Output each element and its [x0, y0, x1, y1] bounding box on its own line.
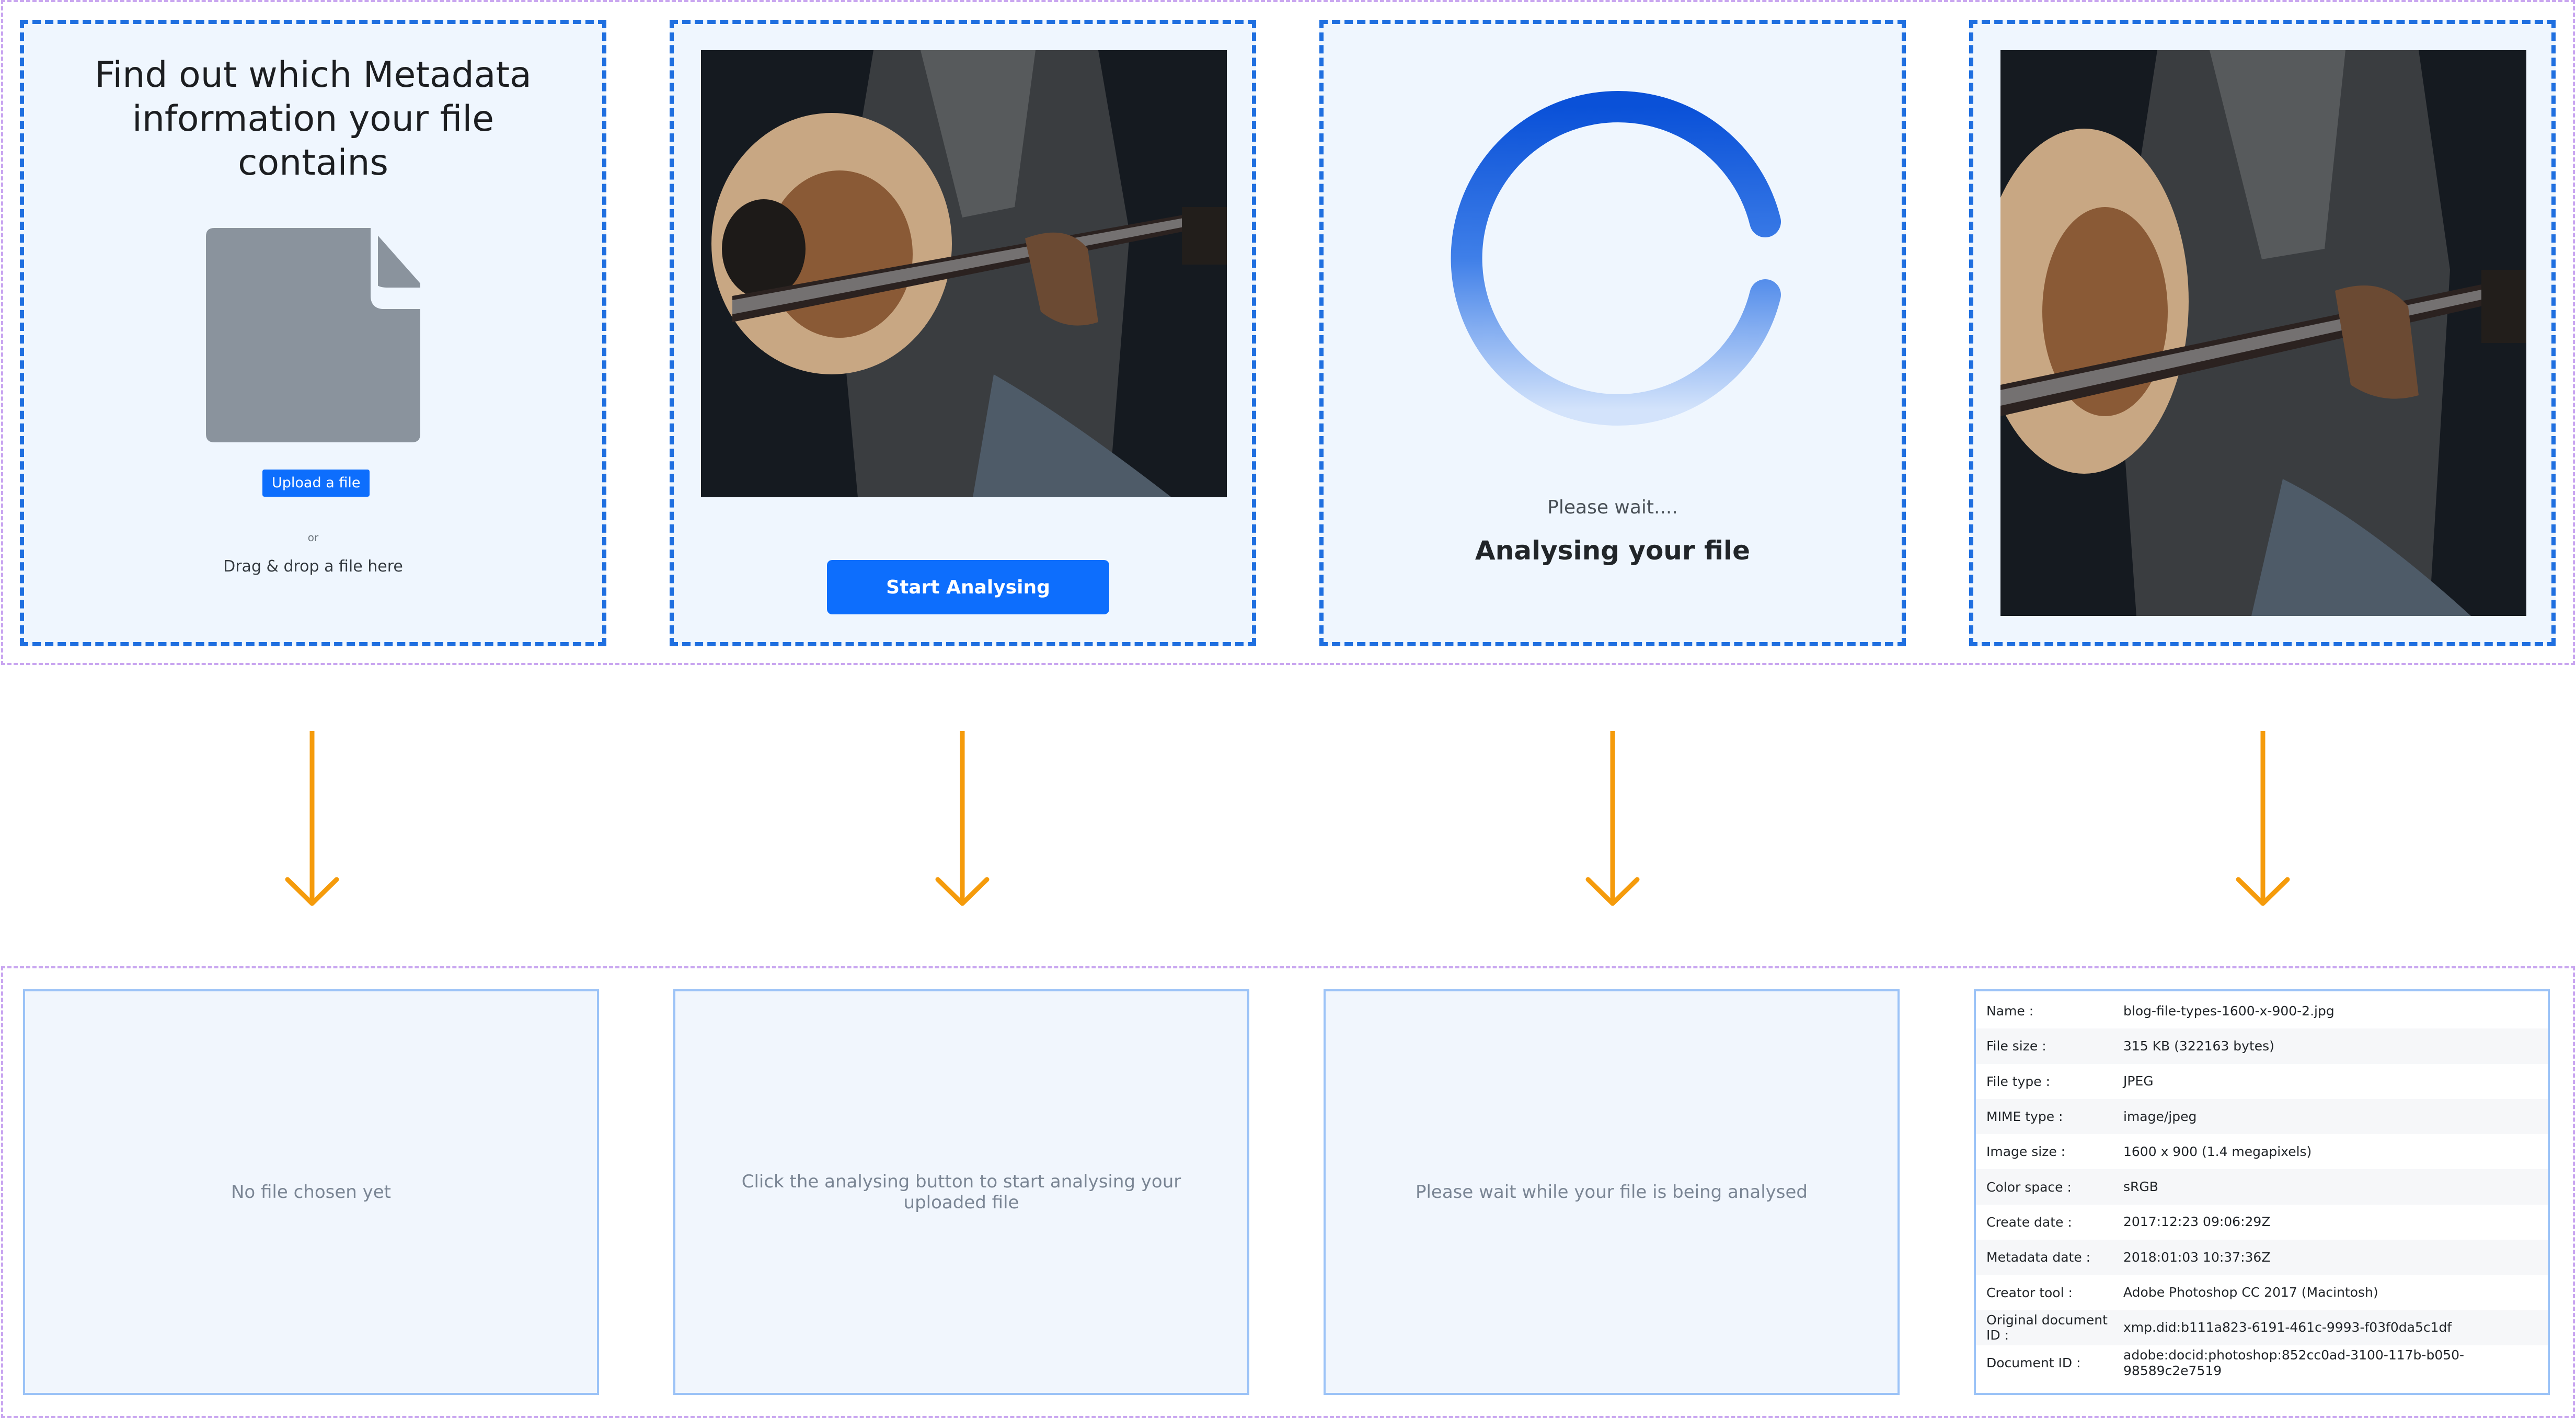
metadata-value: Adobe Photoshop CC 2017 (Macintosh) [2123, 1285, 2378, 1300]
loading-card: Please wait.... Analysing your file [1319, 20, 1906, 646]
metadata-value: 2018:01:03 10:37:36Z [2123, 1249, 2271, 1265]
metadata-table: Name : blog-file-types-1600-x-900-2.jpg F… [1976, 993, 2548, 1380]
metadata-value: JPEG [2123, 1073, 2154, 1089]
file-icon [206, 228, 420, 442]
metadata-label: Create date : [1986, 1214, 2072, 1230]
arrow-down-icon [285, 731, 339, 906]
panel-message: Please wait while your file is being ana… [1415, 1182, 1808, 1203]
metadata-row: Name : blog-file-types-1600-x-900-2.jpg [1976, 993, 2548, 1028]
start-analysing-button[interactable]: Start Analysing [827, 560, 1109, 614]
metadata-value: 315 KB (322163 bytes) [2123, 1038, 2274, 1054]
result-panel-ready: Click the analysing button to start anal… [673, 989, 1249, 1395]
metadata-label: Original document ID : [1986, 1312, 2108, 1343]
please-wait-text: Please wait.... [1547, 497, 1678, 518]
drag-drop-hint: Drag & drop a file here [223, 557, 403, 576]
metadata-row: MIME type : image/jpeg [1976, 1099, 2548, 1135]
metadata-row: Color space : sRGB [1976, 1169, 2548, 1205]
stage: Find out which Metadata information your… [0, 0, 2576, 1418]
metadata-row: Creator tool : Adobe Photoshop CC 2017 (M… [1976, 1275, 2548, 1310]
metadata-label: Image size : [1986, 1144, 2066, 1160]
metadata-value: sRGB [2123, 1179, 2158, 1195]
panel-message: No file chosen yet [231, 1182, 392, 1203]
metadata-value: image/jpeg [2123, 1108, 2197, 1124]
arrow-down-icon [1585, 731, 1640, 906]
metadata-label: Creator tool : [1986, 1285, 2073, 1300]
metadata-value: adobe:docid:photoshop:852cc0ad-3100-117b… [2123, 1347, 2465, 1378]
upload-card[interactable]: Find out which Metadata information your… [20, 20, 606, 646]
metadata-label: Document ID : [1986, 1355, 2081, 1371]
metadata-row: Original document ID : xmp.did:b111a823-6… [1976, 1310, 2548, 1345]
metadata-row: Create date : 2017:12:23 09:06:29Z [1976, 1205, 2548, 1240]
metadata-row: File size : 315 KB (322163 bytes) [1976, 1028, 2548, 1064]
metadata-value: xmp.did:b111a823-6191-461c-9993-f03f0da5… [2123, 1320, 2452, 1335]
metadata-label: Color space : [1986, 1179, 2072, 1195]
metadata-label: File type : [1986, 1073, 2050, 1089]
upload-title: Find out which Metadata information your… [95, 54, 532, 184]
metadata-row: Image size : 1600 x 900 (1.4 megapixels) [1976, 1134, 2548, 1169]
metadata-panel: Name : blog-file-types-1600-x-900-2.jpg F… [1974, 989, 2550, 1395]
result-image [2000, 50, 2526, 616]
metadata-label: Metadata date : [1986, 1250, 2091, 1265]
result-panel-empty: No file chosen yet [23, 989, 599, 1395]
metadata-row: Metadata date : 2018:01:03 10:37:36Z [1976, 1240, 2548, 1275]
upload-button[interactable]: Upload a file [262, 470, 370, 497]
metadata-value: blog-file-types-1600-x-900-2.jpg [2123, 1003, 2334, 1019]
preview-image [701, 50, 1227, 497]
or-separator: or [307, 531, 319, 544]
metadata-label: MIME type : [1986, 1109, 2063, 1125]
analysing-heading: Analysing your file [1475, 535, 1751, 566]
metadata-label: Name : [1986, 1003, 2034, 1019]
metadata-row: Document ID : adobe:docid:photoshop:852cc… [1976, 1345, 2548, 1380]
result-panel-loading: Please wait while your file is being ana… [1324, 989, 1900, 1395]
result-card [1969, 20, 2556, 646]
arrow-down-icon [2236, 731, 2290, 906]
preview-card: Start Analysing [670, 20, 1256, 646]
metadata-value: 2017:12:23 09:06:29Z [2123, 1214, 2271, 1230]
metadata-value: 1600 x 900 (1.4 megapixels) [2123, 1143, 2312, 1159]
metadata-row: File type : JPEG [1976, 1064, 2548, 1099]
panel-message: Click the analysing button to start anal… [741, 1171, 1181, 1213]
arrow-down-icon [935, 731, 990, 906]
metadata-label: File size : [1986, 1038, 2046, 1054]
spinner-icon [1451, 91, 1781, 426]
